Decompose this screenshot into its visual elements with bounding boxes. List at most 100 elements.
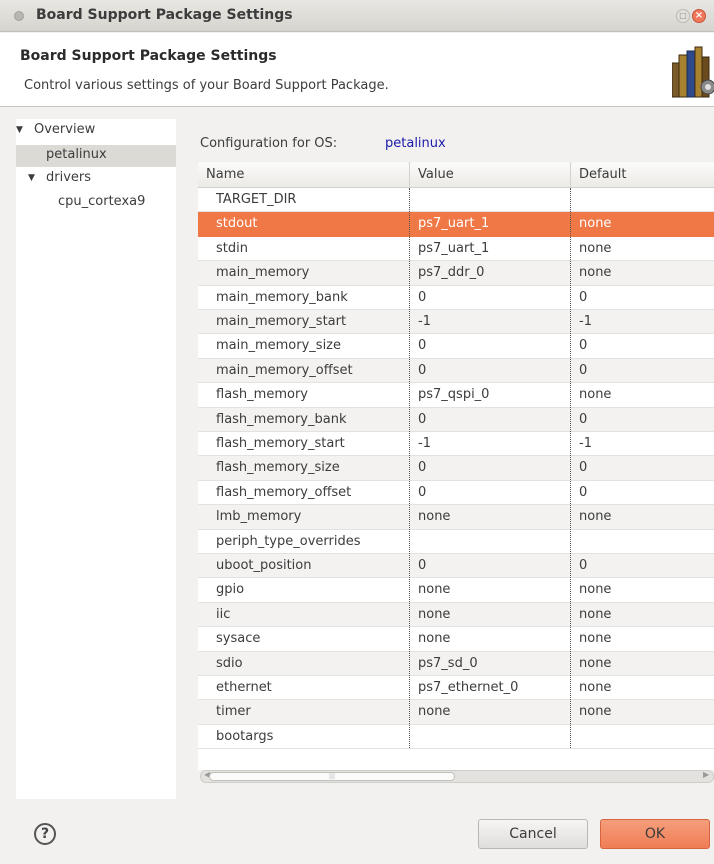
tree-item-cpu-cortexa9[interactable]: cpu_cortexa9 [58,194,145,209]
table-row[interactable]: flash_memory ps7_qspi_0 none [198,383,714,408]
config-os-label: Configuration for OS: [200,136,338,151]
cell-value[interactable]: none [418,607,450,622]
books-gear-icon [672,46,714,98]
table-row[interactable]: sysace none none [198,627,714,652]
column-divider [409,188,410,748]
cell-default: none [579,631,612,647]
config-os-value: petalinux [385,136,446,151]
scroll-right-icon[interactable]: ▶ [703,770,709,779]
cell-value[interactable]: ps7_qspi_0 [418,387,489,402]
header-title: Board Support Package Settings [20,48,277,64]
cell-name: flash_memory_start [216,436,345,451]
cell-name: bootargs [216,728,274,744]
cell-value[interactable]: -1 [418,314,431,329]
cell-default: -1 [579,314,592,329]
cell-value[interactable]: none [418,704,450,719]
table-row[interactable]: main_memory ps7_ddr_0 none [198,261,714,286]
cell-default: none [579,240,612,256]
window-menu-icon[interactable] [14,11,24,21]
table-row[interactable]: bootargs [198,725,714,750]
cell-default: none [579,509,612,525]
cell-name: main_memory_bank [216,289,348,305]
cell-default: none [579,680,612,695]
cell-name: lmb_memory [216,509,302,525]
column-header-value[interactable]: Value [418,167,454,182]
expand-arrow-icon[interactable]: ▼ [16,125,23,135]
cell-name: ethernet [216,680,272,695]
table-row[interactable]: main_memory_bank 0 0 [198,286,714,310]
table-row[interactable]: sdio ps7_sd_0 none [198,651,714,676]
table-row[interactable]: periph_type_overrides [198,530,714,554]
cell-value[interactable]: ps7_uart_1 [418,216,489,231]
cell-name: main_memory [216,265,310,281]
cell-value[interactable]: 0 [418,485,426,500]
settings-tree: ▼ Overview petalinux ▼ drivers cpu_corte… [16,119,176,799]
cell-default: none [579,265,612,281]
cell-value[interactable]: 0 [418,363,426,378]
cell-value[interactable]: 0 [418,558,426,573]
cell-name: periph_type_overrides [216,533,361,549]
cell-value[interactable]: ps7_ethernet_0 [418,680,518,695]
table-row[interactable]: flash_memory_size 0 0 [198,456,714,481]
maximize-icon[interactable]: □ [676,9,690,23]
cell-default: 0 [579,460,588,476]
cell-default: 0 [579,362,588,378]
scrollbar-thumb[interactable]: ||| [209,772,455,781]
column-header-default[interactable]: Default [579,167,627,182]
close-icon[interactable]: × [692,9,706,23]
cell-name: flash_memory_offset [216,484,352,500]
table-row[interactable]: stdin ps7_uart_1 none [198,237,714,262]
cell-value[interactable]: ps7_sd_0 [418,656,478,671]
cell-value[interactable]: 0 [418,338,426,353]
cell-value[interactable]: ps7_uart_1 [418,241,489,256]
cell-value[interactable]: none [418,631,450,646]
cell-name: iic [216,606,231,622]
column-header-name[interactable]: Name [206,167,244,182]
table-row[interactable]: ethernet ps7_ethernet_0 none [198,676,714,701]
cell-value[interactable]: 0 [418,412,426,427]
cell-default: none [579,387,612,403]
cell-value[interactable]: none [418,582,450,597]
cell-name: sysace [216,631,261,647]
cell-default: none [579,216,612,232]
table-row[interactable]: iic none none [198,602,714,628]
table-row[interactable]: flash_memory_offset 0 0 [198,481,714,506]
horizontal-scrollbar[interactable]: ◀ ||| ▶ [200,770,714,783]
cell-name: main_memory_size [216,338,342,354]
window-title: Board Support Package Settings [36,7,293,23]
settings-panel: Configuration for OS: petalinux Name Val… [184,119,714,799]
cell-value[interactable]: -1 [418,436,431,451]
cell-value[interactable]: none [418,509,450,524]
table-row[interactable]: main_memory_start -1 -1 [198,310,714,335]
tree-item-petalinux[interactable]: petalinux [46,147,107,162]
cell-name: flash_memory [216,387,308,403]
table-row[interactable]: TARGET_DIR [198,188,714,213]
header-description: Control various settings of your Board S… [24,78,389,93]
cell-name: stdout [216,216,258,232]
cell-value[interactable]: 0 [418,290,426,305]
table-row[interactable]: flash_memory_bank 0 0 [198,407,714,432]
dialog-header: Board Support Package Settings Control v… [0,33,714,107]
expand-arrow-icon[interactable]: ▼ [28,173,35,183]
table-row[interactable]: uboot_position 0 0 [198,554,714,579]
table-row[interactable]: timer none none [198,700,714,725]
table-row[interactable]: stdout ps7_uart_1 none [198,212,714,237]
tree-item-overview[interactable]: Overview [34,122,95,137]
ok-button[interactable]: OK [600,819,710,849]
cell-name: sdio [216,655,243,671]
settings-table: Name Value Default TARGET_DIRstdout ps7_u… [198,162,714,770]
table-row[interactable]: lmb_memory none none [198,505,714,530]
cell-default: 0 [579,558,588,573]
table-row[interactable]: main_memory_size 0 0 [198,334,714,359]
cancel-button[interactable]: Cancel [478,819,588,849]
help-icon[interactable]: ? [34,823,56,845]
cell-value[interactable]: ps7_ddr_0 [418,265,484,280]
column-separator [409,162,410,188]
cell-name: gpio [216,582,245,598]
cell-default: none [579,655,612,671]
table-row[interactable]: gpio none none [198,578,714,603]
table-row[interactable]: flash_memory_start -1 -1 [198,432,714,457]
cell-value[interactable]: 0 [418,460,426,475]
tree-item-drivers[interactable]: drivers [46,170,91,185]
table-row[interactable]: main_memory_offset 0 0 [198,358,714,384]
